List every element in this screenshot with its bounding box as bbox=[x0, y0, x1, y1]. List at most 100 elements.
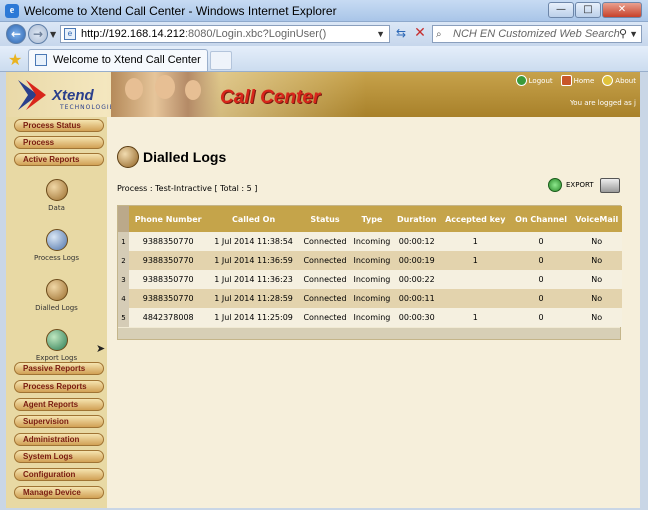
column-header-phone[interactable]: Phone Number bbox=[129, 206, 208, 232]
cell-voicemail: No bbox=[571, 251, 622, 270]
row-number: 5 bbox=[118, 308, 129, 327]
menu-process-reports[interactable]: Process Reports bbox=[14, 380, 104, 393]
cell-status: Connected bbox=[299, 289, 351, 308]
sidebar-item-dialled-logs[interactable]: Dialled Logs bbox=[6, 279, 107, 312]
export-logs-icon bbox=[45, 329, 68, 351]
cell-type: Incoming bbox=[350, 289, 394, 308]
agents-photo bbox=[111, 72, 221, 117]
column-header-status[interactable]: Status bbox=[299, 206, 351, 232]
back-button[interactable]: ← bbox=[6, 24, 26, 44]
refresh-icon[interactable]: ⇆ bbox=[392, 26, 410, 42]
cell-status: Connected bbox=[299, 251, 351, 270]
column-header-voicemail[interactable]: VoiceMail bbox=[571, 206, 622, 232]
cell-on-channel: 0 bbox=[510, 308, 572, 327]
table-row[interactable]: 5 4842378008 1 Jul 2014 11:25:09 Connect… bbox=[118, 308, 622, 327]
sidebar-item-export-logs[interactable]: Export Logs bbox=[6, 329, 107, 362]
menu-administration[interactable]: Administration bbox=[14, 433, 104, 446]
export-button[interactable]: EXPORT bbox=[548, 178, 594, 192]
table-row[interactable]: 1 9388350770 1 Jul 2014 11:38:54 Connect… bbox=[118, 232, 622, 251]
cell-phone: 9388350770 bbox=[129, 232, 208, 251]
about-link[interactable]: About bbox=[602, 75, 636, 86]
table-row[interactable]: 3 9388350770 1 Jul 2014 11:36:23 Connect… bbox=[118, 270, 622, 289]
minimize-button[interactable]: — bbox=[548, 2, 574, 18]
data-icon bbox=[45, 179, 68, 201]
cell-type: Incoming bbox=[350, 270, 394, 289]
cell-on-channel: 0 bbox=[510, 232, 572, 251]
cell-duration: 00:00:11 bbox=[393, 289, 440, 308]
export-label: EXPORT bbox=[566, 181, 594, 189]
table-row[interactable]: 4 9388350770 1 Jul 2014 11:28:59 Connect… bbox=[118, 289, 622, 308]
window-title: Welcome to Xtend Call Center - Windows I… bbox=[24, 4, 337, 18]
row-number: 2 bbox=[118, 251, 129, 270]
tab-label: Welcome to Xtend Call Center bbox=[53, 54, 201, 66]
menu-process[interactable]: Process bbox=[14, 136, 104, 149]
column-header-duration[interactable]: Duration bbox=[393, 206, 440, 232]
forward-button[interactable]: → bbox=[28, 24, 48, 44]
ie-icon: e bbox=[5, 4, 19, 18]
app-title: Call Center bbox=[220, 87, 321, 108]
logged-in-text: You are logged as j bbox=[569, 99, 636, 107]
cell-called-on: 1 Jul 2014 11:36:59 bbox=[207, 251, 300, 270]
print-icon[interactable] bbox=[600, 178, 620, 193]
sidebar-item-label: Data bbox=[48, 204, 65, 212]
window-titlebar: e Welcome to Xtend Call Center - Windows… bbox=[0, 0, 648, 22]
address-toolbar: ← → ▼ e http://192.168.14.212:8080/Login… bbox=[0, 22, 648, 46]
home-icon bbox=[560, 75, 572, 86]
logout-link[interactable]: Logout bbox=[515, 75, 553, 86]
cell-accepted-key: 1 bbox=[439, 308, 511, 327]
table-row[interactable]: 2 9388350770 1 Jul 2014 11:36:59 Connect… bbox=[118, 251, 622, 270]
cell-phone: 4842378008 bbox=[129, 308, 208, 327]
column-header-on-channel[interactable]: On Channel bbox=[510, 206, 572, 232]
column-header-called-on[interactable]: Called On bbox=[207, 206, 300, 232]
cell-duration: 00:00:30 bbox=[393, 308, 440, 327]
window-controls: — □ ✕ bbox=[547, 2, 642, 18]
dialled-logs-heading-icon bbox=[117, 146, 139, 168]
search-input[interactable]: ⌕ NCH EN Customized Web Search ⚲ ▼ bbox=[432, 25, 642, 43]
row-number: 3 bbox=[118, 270, 129, 289]
tab-welcome[interactable]: Welcome to Xtend Call Center bbox=[28, 49, 208, 71]
home-link[interactable]: Home bbox=[560, 75, 594, 86]
menu-system-logs[interactable]: System Logs bbox=[14, 450, 104, 463]
cell-accepted-key bbox=[439, 289, 511, 308]
search-icon[interactable]: ⚲ bbox=[619, 26, 627, 42]
cell-accepted-key: 1 bbox=[439, 251, 511, 270]
main-content: Dialled Logs Process : Test-Intractive [… bbox=[107, 117, 640, 508]
sidebar-item-process-logs[interactable]: Process Logs bbox=[6, 229, 107, 262]
address-input[interactable]: e http://192.168.14.212:8080/Login.xbc?L… bbox=[60, 25, 390, 43]
logo-name: Xtend bbox=[52, 87, 94, 104]
search-placeholder: NCH EN Customized Web Search bbox=[453, 28, 620, 40]
tab-bar: ★ Welcome to Xtend Call Center bbox=[0, 46, 648, 72]
column-header-type[interactable]: Type bbox=[350, 206, 394, 232]
menu-active-reports[interactable]: Active Reports bbox=[14, 153, 104, 166]
dialled-logs-icon bbox=[45, 279, 68, 301]
menu-process-status[interactable]: Process Status bbox=[14, 119, 104, 132]
sidebar-item-label: Export Logs bbox=[35, 354, 78, 362]
menu-supervision[interactable]: Supervision bbox=[14, 415, 104, 428]
favorites-star-icon[interactable]: ★ bbox=[8, 50, 22, 69]
maximize-button[interactable]: □ bbox=[575, 2, 601, 18]
sidebar-item-label: Process Logs bbox=[34, 254, 79, 262]
history-dropdown-icon[interactable]: ▼ bbox=[50, 30, 56, 39]
process-summary: Process : Test-Intractive [ Total : 5 ] bbox=[117, 184, 258, 193]
search-dropdown-icon[interactable]: ▼ bbox=[629, 26, 638, 42]
menu-passive-reports[interactable]: Passive Reports bbox=[14, 362, 104, 375]
address-dropdown-icon[interactable]: ▼ bbox=[376, 26, 385, 42]
column-header-accepted-key[interactable]: Accepted key bbox=[439, 206, 511, 232]
cell-voicemail: No bbox=[571, 232, 622, 251]
sidebar-item-label: Dialled Logs bbox=[35, 304, 78, 312]
tab-page-icon bbox=[35, 54, 47, 66]
new-tab-button[interactable] bbox=[210, 51, 232, 70]
header-banner: Xtend TECHNOLOGIES Call Center Logout Ho… bbox=[6, 72, 640, 117]
stop-icon[interactable]: ✕ bbox=[411, 25, 429, 41]
menu-configuration[interactable]: Configuration bbox=[14, 468, 104, 481]
search-provider-icon: ⌕ bbox=[436, 29, 442, 40]
menu-manage-device[interactable]: Manage Device bbox=[14, 486, 104, 499]
cell-status: Connected bbox=[299, 232, 351, 251]
cell-on-channel: 0 bbox=[510, 289, 572, 308]
cell-duration: 00:00:19 bbox=[393, 251, 440, 270]
cell-duration: 00:00:22 bbox=[393, 270, 440, 289]
menu-agent-reports[interactable]: Agent Reports bbox=[14, 398, 104, 411]
sidebar-item-data[interactable]: Data bbox=[6, 179, 107, 212]
url-host: http://192.168.14.212 bbox=[81, 28, 185, 40]
close-button[interactable]: ✕ bbox=[602, 2, 642, 18]
